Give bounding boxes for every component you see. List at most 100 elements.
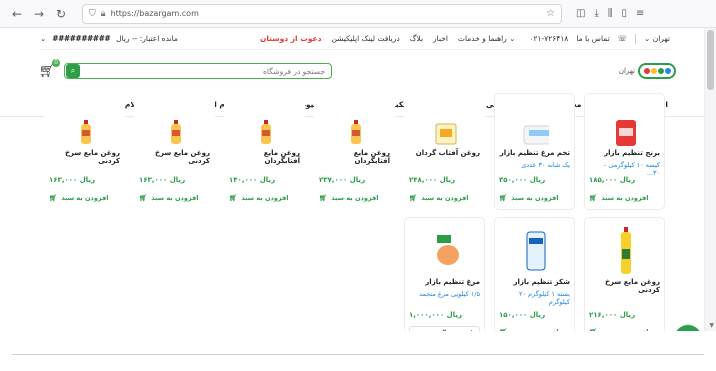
add-to-cart-label: افزودن به سبد xyxy=(241,194,289,202)
credit-label: مانده اعتبار: -- ریال xyxy=(116,34,178,43)
cart-plus-icon: 🛒︎ xyxy=(319,194,328,202)
product-name[interactable]: روغن مایع سرخ کردنی xyxy=(49,149,120,165)
news-link[interactable]: اخبار xyxy=(433,34,448,43)
product-price: ۲۴۸,۰۰۰ ریال xyxy=(409,176,456,184)
phone-number: ۰۲۱-۷۲۶۴۱۸ xyxy=(529,34,569,43)
top-info-strip: ⌄ ########## مانده اعتبار: -- ریال دعوت … xyxy=(40,28,670,50)
download-icon[interactable]: ⤓ xyxy=(594,8,598,19)
add-to-cart-button[interactable]: 🛒︎افزودن به سبد xyxy=(409,192,480,204)
invite-friends-link[interactable]: دعوت از دوستان xyxy=(260,34,322,43)
product-image[interactable] xyxy=(523,226,549,276)
add-to-cart-label: افزودن به سبد xyxy=(331,194,379,202)
product-card[interactable]: روغن مایع سرخ کردنی ۱۶۳,۰۰۰ ریال 🛒︎ افزودن … xyxy=(44,93,125,210)
product-name[interactable]: روغن مایع آفتابگردان xyxy=(319,149,390,165)
logo-mark xyxy=(638,63,676,79)
add-to-cart-label: افزودن به سبد xyxy=(151,194,199,202)
add-to-cart-button[interactable]: 🛒︎افزودن به سبد xyxy=(139,192,210,204)
browser-toolbar: ← → ↻ ⛉ 🔒︎ https://bazargam.com ☆ ◫ ⤓ ⫼ … xyxy=(0,0,716,28)
city-selector[interactable]: ⌄ تهران xyxy=(644,34,670,43)
product-image[interactable] xyxy=(73,120,99,146)
header: 🛒︎0 ⌕ تهران xyxy=(36,59,676,83)
product-card[interactable]: تخم مرغ تنظیم بازار یک شانه ۳۰ عددی ۳۵۰,۰۰… xyxy=(494,93,575,210)
product-card[interactable]: روغن مایع سرخ کردنی۲۱۶,۰۰۰ ریال🛒︎افزودن … xyxy=(584,217,665,337)
product-name[interactable]: تخم مرغ تنظیم بازار xyxy=(499,149,570,157)
search-icon[interactable]: ⌕ xyxy=(66,64,80,78)
phone-icon: ☏ xyxy=(617,34,628,43)
search-box: ⌕ xyxy=(64,63,332,79)
product-subtitle: بسته ۱ کیلوگرم ۲۰ کیلوگرم xyxy=(518,290,570,306)
reload-icon[interactable]: ↻ xyxy=(52,5,70,23)
lock-icon: 🔒︎ xyxy=(100,8,106,19)
credit-mask: ########## xyxy=(52,34,111,43)
product-card[interactable]: روغن مایع سرخ کردنی ۱۶۳,۰۰۰ ریال 🛒︎ افزودن … xyxy=(134,93,215,210)
product-name[interactable]: روغن مایع سرخ کردنی xyxy=(589,278,660,294)
back-icon[interactable]: ← xyxy=(8,5,26,23)
product-name[interactable]: مرغ تنظیم بازار xyxy=(409,278,480,286)
star-icon[interactable]: ☆ xyxy=(546,8,555,19)
cart-plus-icon: 🛒︎ xyxy=(229,194,238,202)
product-card[interactable]: روغن مایع آفتابگردان ۱۴۰,۰۰۰ ریال 🛒︎ افزودن… xyxy=(224,93,305,210)
add-to-cart-label: افزودن به سبد xyxy=(61,194,109,202)
pocket-icon[interactable]: ◫ xyxy=(576,8,585,19)
site-logo[interactable]: تهران xyxy=(619,63,676,79)
cart-badge: 0 xyxy=(52,59,60,67)
product-name[interactable]: روغن مایع سرخ کردنی xyxy=(139,149,210,165)
cart-plus-icon: 🛒︎ xyxy=(589,194,598,202)
product-subtitle: ۱/۵ کیلویی مرغ منجمد xyxy=(419,290,480,298)
add-to-cart-button[interactable]: 🛒︎افزودن به سبد xyxy=(49,192,120,204)
product-image[interactable] xyxy=(163,120,189,146)
product-image[interactable] xyxy=(613,226,639,276)
cart-icon[interactable]: 🛒︎ 0 xyxy=(36,59,60,80)
product-price: ۲۳۷,۰۰۰ ریال xyxy=(319,176,366,184)
add-to-cart-label: افزودن به سبد xyxy=(511,194,559,202)
product-card[interactable]: روغن مایع آفتابگردان ۲۳۷,۰۰۰ ریال 🛒︎ افزودن… xyxy=(314,93,395,210)
add-to-cart-button[interactable]: 🛒︎افزودن به سبد xyxy=(229,192,300,204)
product-image[interactable] xyxy=(613,120,639,146)
product-image[interactable] xyxy=(343,120,369,146)
sidebar-icon[interactable]: ▯ xyxy=(621,8,627,19)
page-content: ⌄ ########## مانده اعتبار: -- ریال دعوت … xyxy=(0,28,716,371)
app-link[interactable]: دریافت لینک اپلیکیشن xyxy=(331,34,399,43)
menu-icon[interactable]: ≡ xyxy=(636,8,644,19)
address-bar[interactable]: ⛉ 🔒︎ https://bazargam.com ☆ xyxy=(82,3,562,24)
product-card[interactable]: برنج تنظیم بازار کیسه ۱۰ کیلوگرمی - ۳۰...… xyxy=(584,93,665,210)
cart-plus-icon: 🛒︎ xyxy=(499,194,508,202)
cart-plus-icon: 🛒︎ xyxy=(139,194,148,202)
product-price: ۳۵۰,۰۰۰ ریال xyxy=(499,176,546,184)
product-image[interactable] xyxy=(433,226,459,276)
product-card[interactable]: مرغ تنظیم بازار ۱/۵ کیلویی مرغ منجمد ۱,۰۰۰… xyxy=(404,217,485,338)
product-price: ۱۶۳,۰۰۰ ریال xyxy=(139,176,186,184)
add-to-cart-button[interactable]: 🛒︎افزودن به سبد xyxy=(319,192,390,204)
add-to-cart-button[interactable]: 🛒︎افزودن به سبد xyxy=(589,192,660,204)
product-name[interactable]: شکر تنظیم بازار xyxy=(499,278,570,286)
guide-menu[interactable]: راهنما و خدمات ⌄ xyxy=(458,34,516,43)
scroll-down-icon[interactable]: ▼ xyxy=(709,322,714,329)
product-card[interactable]: روغن آفتاب گردان ۲۴۸,۰۰۰ ریال 🛒︎ افزودن به … xyxy=(404,93,485,210)
search-input[interactable] xyxy=(80,66,331,76)
window-bottom-frame xyxy=(0,331,716,371)
forward-icon[interactable]: → xyxy=(30,5,48,23)
product-price: ۱۸۵,۰۰۰ ریال xyxy=(589,176,636,184)
contact-link[interactable]: تماس با ما xyxy=(576,34,609,43)
add-to-cart-label: افزودن به سبد xyxy=(601,194,649,202)
product-name[interactable]: برنج تنظیم بازار xyxy=(589,149,660,157)
product-image[interactable] xyxy=(523,120,549,146)
cart-plus-icon: 🛒︎ xyxy=(49,194,58,202)
product-image[interactable] xyxy=(253,120,279,146)
product-card[interactable]: شکر تنظیم بازار بسته ۱ کیلوگرم ۲۰ کیلوگرم… xyxy=(494,217,575,337)
add-to-cart-label: افزودن به سبد xyxy=(421,194,469,202)
product-name[interactable]: روغن مایع آفتابگردان xyxy=(229,149,300,165)
product-name[interactable]: روغن آفتاب گردان xyxy=(409,149,480,157)
library-icon[interactable]: ⫼ xyxy=(608,8,613,19)
shield-icon: ⛉ xyxy=(89,8,96,19)
product-price: ۱۴۰,۰۰۰ ریال xyxy=(229,176,276,184)
product-price: ۱,۰۰۰,۰۰۰ ریال xyxy=(409,311,463,319)
blog-link[interactable]: بلاگ xyxy=(410,34,423,43)
product-price: ۱۶۳,۰۰۰ ریال xyxy=(49,176,96,184)
product-image[interactable] xyxy=(433,120,459,146)
url-text: https://bazargam.com xyxy=(110,9,199,18)
scrollbar-thumb[interactable] xyxy=(707,30,714,90)
chevron-down-icon[interactable]: ⌄ xyxy=(40,34,46,43)
product-price: ۱۵۰,۰۰۰ ریال xyxy=(499,311,546,319)
add-to-cart-button[interactable]: 🛒︎افزودن به سبد xyxy=(499,192,570,204)
